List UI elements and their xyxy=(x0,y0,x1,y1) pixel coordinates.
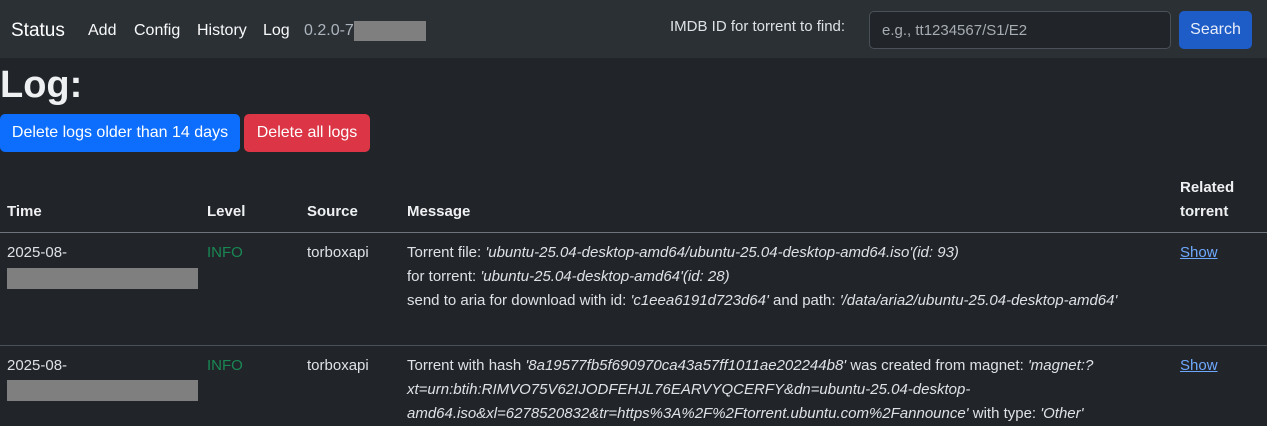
message-value: (id: 28) xyxy=(682,268,730,285)
message-value: 'ubuntu-25.04-desktop-amd64/ubuntu-25.04… xyxy=(485,244,913,261)
time-redaction xyxy=(7,268,198,289)
message-text: was created from magnet: xyxy=(846,357,1028,374)
message-value: 'c1eea6191d723d64' xyxy=(630,292,769,309)
show-related-torrent-link[interactable]: Show xyxy=(1180,354,1218,378)
row-source: torboxapi xyxy=(307,357,369,374)
row-source: torboxapi xyxy=(307,244,369,261)
message-value: '/data/aria2/ubuntu-25.04-desktop-amd64' xyxy=(839,292,1118,309)
nav-link-add[interactable]: Add xyxy=(88,21,116,41)
message-text: send to aria for download with id: xyxy=(407,292,631,309)
message-text: Torrent with hash xyxy=(407,357,526,374)
message-text: Torrent file: xyxy=(407,244,486,261)
delete-all-logs-button[interactable]: Delete all logs xyxy=(244,114,370,152)
row-level: INFO xyxy=(207,357,243,374)
message-text: and path: xyxy=(768,292,840,309)
nav-link-config[interactable]: Config xyxy=(134,21,180,41)
version-redaction xyxy=(354,21,426,41)
message-text: for torrent: xyxy=(407,268,481,285)
row-divider xyxy=(0,345,1267,346)
col-header-time: Time xyxy=(7,203,42,220)
message-value: 'ubuntu-25.04-desktop-amd64' xyxy=(480,268,683,285)
col-header-related-line1: Related xyxy=(1180,179,1235,196)
col-header-message: Message xyxy=(407,203,471,220)
search-button[interactable]: Search xyxy=(1179,11,1252,49)
imdb-search-input[interactable] xyxy=(869,11,1171,49)
message-value: '8a19577fb5f690970ca43a57ff1011ae202244b… xyxy=(525,357,847,374)
col-header-related-line2: torrent xyxy=(1180,203,1229,220)
nav-link-history[interactable]: History xyxy=(197,21,247,41)
navbar: Status Add Config History Log 0.2.0-7 IM… xyxy=(0,0,1267,58)
search-label: IMDB ID for torrent to find: xyxy=(670,18,846,35)
col-header-source: Source xyxy=(307,203,358,220)
message-value: 'Other' xyxy=(1040,405,1084,422)
page-title: Log: xyxy=(0,64,83,106)
version-text: 0.2.0-7 xyxy=(304,22,354,39)
nav-link-log[interactable]: Log xyxy=(263,21,290,41)
time-redaction xyxy=(7,380,198,401)
nav-brand-status[interactable]: Status xyxy=(11,19,65,43)
message-text: with type: xyxy=(968,405,1041,422)
row-level: INFO xyxy=(207,244,243,261)
row-time: 2025-08- xyxy=(7,244,68,261)
col-header-level: Level xyxy=(207,203,246,220)
row-time: 2025-08- xyxy=(7,357,68,374)
show-related-torrent-link[interactable]: Show xyxy=(1180,241,1218,265)
table-header-divider xyxy=(0,232,1267,233)
delete-old-logs-button[interactable]: Delete logs older than 14 days xyxy=(0,114,240,152)
row-message: Torrent with hash '8a19577fb5f690970ca43… xyxy=(407,354,1159,426)
row-message: Torrent file: 'ubuntu-25.04-desktop-amd6… xyxy=(407,241,1159,313)
message-value: (id: 93) xyxy=(912,244,959,261)
